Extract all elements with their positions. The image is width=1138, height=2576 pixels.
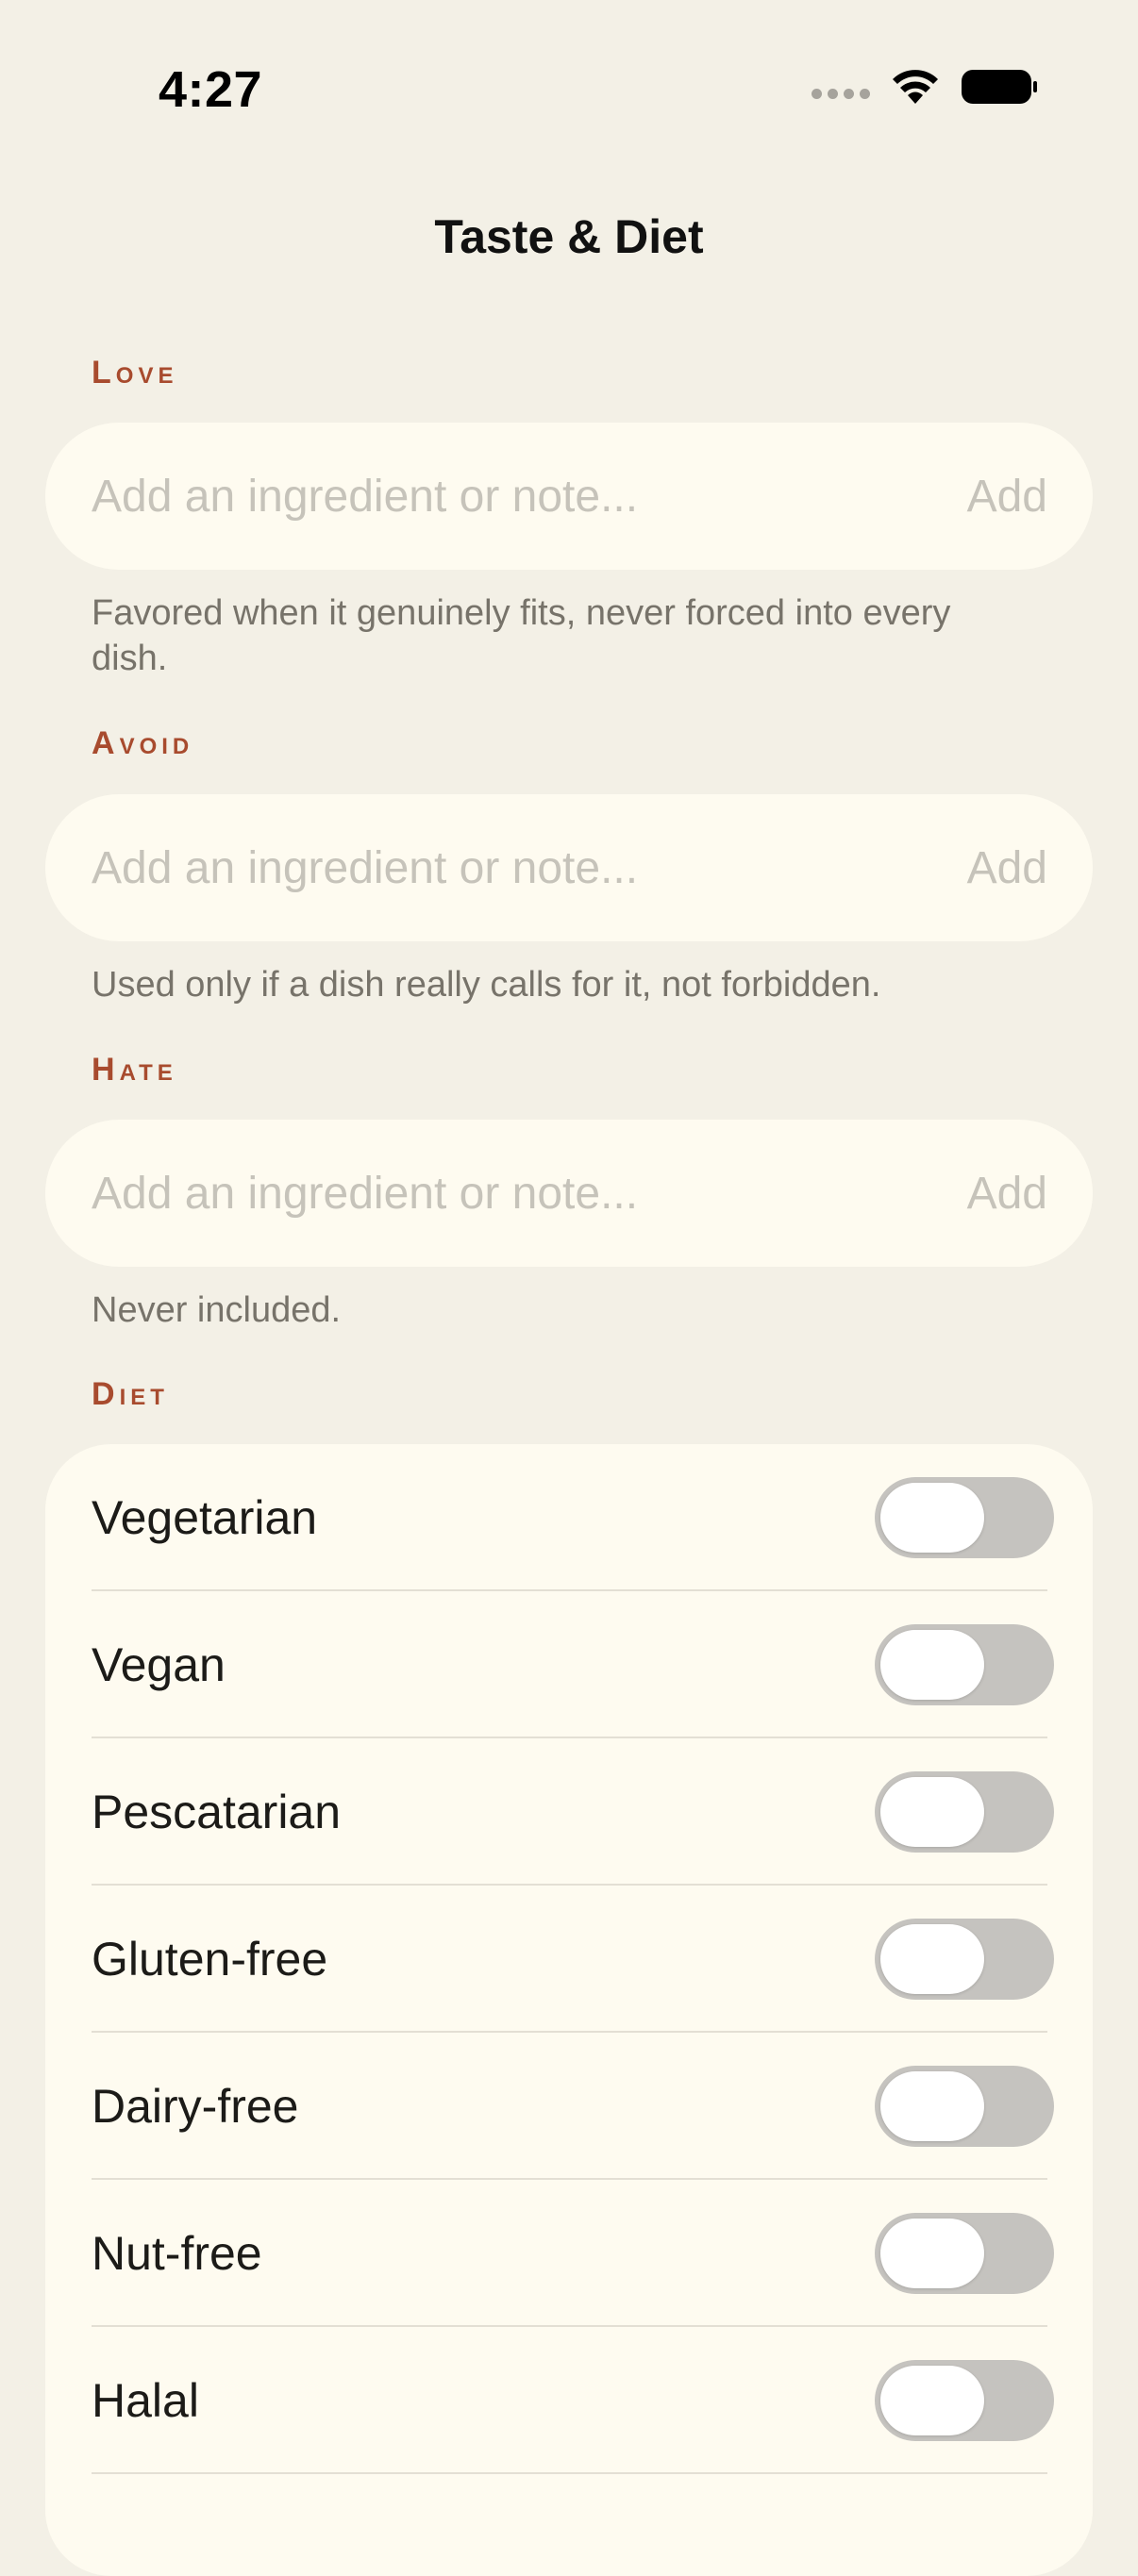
toggle-knob <box>880 1483 984 1553</box>
love-input-container: Add <box>45 423 1093 570</box>
diet-label-gluten-free: Gluten-free <box>92 1933 328 1986</box>
vegan-toggle[interactable] <box>875 1624 1054 1705</box>
wifi-icon <box>893 70 938 104</box>
section-label-hate: Hate <box>92 1052 177 1088</box>
section-label-avoid: Avoid <box>92 725 194 761</box>
toggle-knob <box>880 1924 984 1994</box>
divider <box>92 2472 1047 2474</box>
status-time: 4:27 <box>159 61 263 118</box>
diet-card: Vegetarian Vegan Pescatarian Gluten-free… <box>45 1444 1093 2576</box>
diet-row-nut-free: Nut-free <box>45 2180 1093 2327</box>
love-hint: Favored when it genuinely fits, never fo… <box>92 593 951 678</box>
diet-label-vegetarian: Vegetarian <box>92 1491 318 1544</box>
status-icons <box>812 68 1038 106</box>
page-title: Taste & Diet <box>434 210 704 263</box>
diet-label-dairy-free: Dairy-free <box>92 2080 299 2133</box>
nut-free-toggle[interactable] <box>875 2213 1054 2294</box>
diet-row-dairy-free: Dairy-free <box>45 2033 1093 2180</box>
love-input[interactable] <box>92 470 967 523</box>
section-label-diet: Diet <box>92 1376 169 1412</box>
gluten-free-toggle[interactable] <box>875 1919 1054 2000</box>
hate-add-button[interactable]: Add <box>967 1168 1047 1220</box>
toggle-knob <box>880 2366 984 2435</box>
toggle-knob <box>880 2219 984 2288</box>
hate-input-container: Add <box>45 1120 1093 1267</box>
diet-row-vegan: Vegan <box>45 1591 1093 1738</box>
avoid-add-button[interactable]: Add <box>967 842 1047 894</box>
battery-icon <box>962 70 1037 104</box>
diet-row-halal: Halal <box>45 2327 1093 2474</box>
status-bar: 4:27 <box>0 0 1138 141</box>
diet-row-vegetarian: Vegetarian <box>45 1444 1093 1591</box>
toggle-knob <box>880 1777 984 1847</box>
diet-label-vegan: Vegan <box>92 1638 226 1691</box>
pescatarian-toggle[interactable] <box>875 1771 1054 1853</box>
cellular-signal-icon <box>812 88 870 99</box>
diet-label-nut-free: Nut-free <box>92 2227 262 2280</box>
hate-hint: Never included. <box>92 1290 342 1330</box>
hate-input[interactable] <box>92 1167 967 1220</box>
love-add-button[interactable]: Add <box>967 471 1047 523</box>
halal-toggle[interactable] <box>875 2360 1054 2441</box>
diet-row-gluten-free: Gluten-free <box>45 1886 1093 2033</box>
avoid-input-container: Add <box>45 794 1093 941</box>
vegetarian-toggle[interactable] <box>875 1477 1054 1558</box>
section-label-love: Love <box>92 355 178 391</box>
diet-label-pescatarian: Pescatarian <box>92 1786 342 1838</box>
avoid-hint: Used only if a dish really calls for it,… <box>92 965 881 1005</box>
toggle-knob <box>880 2071 984 2141</box>
avoid-input[interactable] <box>92 841 967 894</box>
diet-label-halal: Halal <box>92 2374 199 2427</box>
diet-row-pescatarian: Pescatarian <box>45 1738 1093 1886</box>
toggle-knob <box>880 1630 984 1700</box>
dairy-free-toggle[interactable] <box>875 2066 1054 2147</box>
